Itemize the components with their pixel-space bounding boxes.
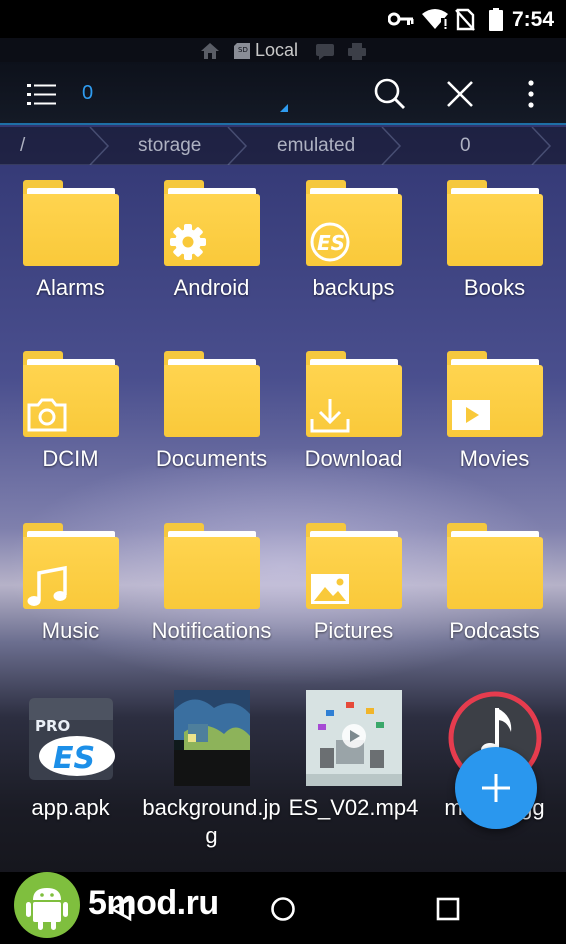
- window-selector-indicator: [280, 104, 288, 112]
- more-options-icon[interactable]: [513, 76, 549, 112]
- toolbar: 0: [0, 62, 566, 125]
- grid-item-books[interactable]: Books: [424, 180, 565, 302]
- item-label: Notifications: [151, 618, 272, 643]
- plus-icon: [482, 774, 510, 802]
- battery-icon: [489, 8, 503, 31]
- folder-download-icon: [305, 351, 402, 437]
- item-label: Pictures: [313, 618, 394, 643]
- folder-music-icon: [22, 523, 119, 609]
- item-label: background.jpg: [142, 795, 281, 848]
- item-label: ES_V02.mp4: [288, 795, 419, 820]
- item-label: DCIM: [42, 446, 99, 471]
- svg-text:ES: ES: [317, 231, 345, 255]
- es-pro-app-icon: PRO ES: [23, 690, 119, 786]
- sd-card-icon: SD: [234, 43, 250, 59]
- wifi-icon: [422, 9, 448, 29]
- back-icon[interactable]: [108, 896, 134, 922]
- folder-icon: [446, 180, 543, 266]
- item-label: Books: [463, 275, 526, 300]
- grid-item-android[interactable]: Android: [141, 180, 282, 302]
- location-label[interactable]: Local: [255, 40, 298, 61]
- gear-icon: [169, 224, 206, 260]
- item-label: Music: [41, 618, 100, 643]
- search-icon[interactable]: [372, 76, 408, 112]
- breadcrumb-separator-icon: [531, 127, 552, 165]
- item-label: Alarms: [36, 275, 105, 300]
- item-label: backups: [312, 275, 395, 300]
- printer-icon[interactable]: [347, 43, 367, 60]
- grid-item-download[interactable]: Download: [283, 351, 424, 473]
- screen: 7:54 SD Local 0 / storage emulated 0 Ala…: [0, 0, 566, 944]
- grid-item-music[interactable]: Music: [0, 523, 141, 645]
- grid-item-app-apk[interactable]: PRO ES app.apk: [0, 690, 141, 822]
- breadcrumb-current[interactable]: 0: [460, 135, 471, 157]
- camera-icon: [27, 398, 66, 432]
- item-label: app.apk: [31, 795, 110, 820]
- es-pro-app-icon-graphic: PRO ES: [28, 698, 115, 780]
- grid-item-background-jpg[interactable]: background.jpg: [141, 690, 282, 850]
- item-label: Android: [173, 275, 250, 300]
- home-circle-icon[interactable]: [270, 896, 296, 922]
- download-icon: [310, 399, 349, 433]
- music-note-icon: [27, 565, 67, 606]
- breadcrumb-separator-icon: [89, 127, 110, 165]
- grid-item-dcim[interactable]: DCIM: [0, 351, 141, 473]
- chat-icon[interactable]: [315, 43, 335, 60]
- image-icon: [310, 574, 349, 604]
- folder-icon: [163, 351, 260, 437]
- folder-icon: [163, 523, 260, 609]
- svg-text:SD: SD: [238, 46, 248, 54]
- breadcrumb-storage[interactable]: storage: [138, 135, 201, 157]
- vpn-key-icon: [388, 12, 414, 26]
- no-sim-icon: [455, 8, 475, 31]
- grid-item-alarms[interactable]: Alarms: [0, 180, 141, 302]
- grid-item-backups[interactable]: ES backups: [283, 180, 424, 302]
- folder-icon: [446, 523, 543, 609]
- breadcrumb-separator-icon: [227, 127, 248, 165]
- grid-item-notifications[interactable]: Notifications: [141, 523, 282, 645]
- es-logo-icon: ES: [310, 222, 349, 262]
- close-icon[interactable]: [442, 76, 478, 112]
- breadcrumb: / storage emulated 0: [0, 127, 566, 165]
- grid-item-podcasts[interactable]: Podcasts: [424, 523, 565, 645]
- status-bar: 7:54: [0, 0, 566, 38]
- window-count[interactable]: 0: [82, 82, 93, 105]
- add-fab-button[interactable]: [455, 747, 537, 829]
- image-thumbnail: [164, 690, 260, 786]
- grid-item-es-v02-mp4[interactable]: ES_V02.mp4: [283, 690, 424, 822]
- folder-camera-icon: [22, 351, 119, 437]
- folder-icon: [22, 180, 119, 266]
- folder-play-icon: [446, 351, 543, 437]
- video-thumbnail-graphic: [305, 690, 402, 786]
- item-label: Documents: [155, 446, 268, 471]
- home-icon[interactable]: [200, 42, 220, 60]
- folder-image-icon: [305, 523, 402, 609]
- grid-item-movies[interactable]: Movies: [424, 351, 565, 473]
- navigation-bar: 5mod.ru: [0, 872, 566, 944]
- breadcrumb-emulated[interactable]: emulated: [277, 135, 355, 157]
- svg-text:PRO: PRO: [35, 717, 70, 735]
- item-label: Download: [304, 446, 403, 471]
- svg-text:ES: ES: [53, 741, 95, 776]
- breadcrumb-root[interactable]: /: [20, 135, 25, 157]
- grid-item-documents[interactable]: Documents: [141, 351, 282, 473]
- android-robot-icon: [14, 872, 80, 938]
- folder-android-icon: [163, 180, 260, 266]
- play-icon: [451, 400, 490, 430]
- breadcrumb-separator-icon: [381, 127, 402, 165]
- menu-list-icon[interactable]: [24, 76, 60, 112]
- video-thumbnail: [305, 690, 402, 786]
- location-strip: SD Local: [0, 38, 566, 64]
- recents-square-icon[interactable]: [436, 897, 460, 921]
- item-label: Movies: [459, 446, 530, 471]
- item-label: Podcasts: [449, 618, 540, 643]
- image-thumbnail-graphic: [173, 690, 250, 786]
- clock: 7:54: [511, 8, 554, 31]
- grid-item-pictures[interactable]: Pictures: [283, 523, 424, 645]
- folder-es-icon: ES: [305, 180, 402, 266]
